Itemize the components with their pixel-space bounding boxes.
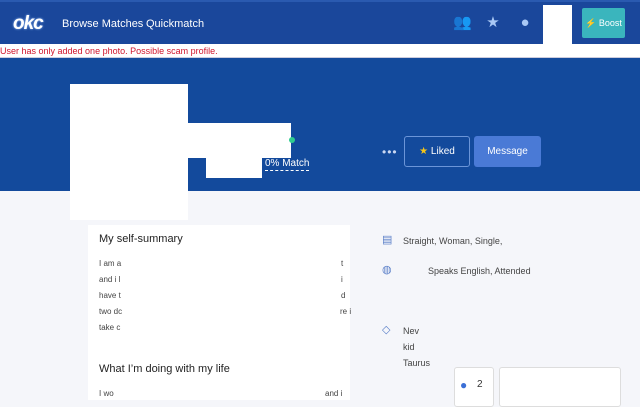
misc-details: Nev: [403, 326, 420, 336]
chat-panel[interactable]: [499, 367, 621, 407]
scam-warning: User has only added one photo. Possible …: [0, 44, 640, 58]
misc-details: Taurus: [403, 358, 431, 368]
globe-icon: ◍: [382, 264, 392, 276]
self-summary-title: My self-summary: [99, 233, 183, 245]
message-button[interactable]: Message: [474, 136, 541, 167]
nav-quickmatch[interactable]: Quickmatch: [146, 18, 204, 30]
bolt-icon: ⚡: [585, 18, 597, 28]
chat-bubble-icon: ●: [460, 378, 468, 392]
essay-fragment: two dc: [99, 307, 123, 316]
online-indicator: [289, 137, 295, 143]
clipboard-icon: ▤: [382, 234, 393, 246]
redacted-name: [188, 123, 291, 158]
liked-label: Liked: [430, 146, 455, 157]
star-icon[interactable]: ★: [484, 14, 502, 32]
more-options-button[interactable]: •••: [382, 145, 398, 159]
people-icon[interactable]: 👥: [453, 14, 472, 32]
essay-fragment: i: [341, 275, 343, 284]
chat-count: 2: [477, 379, 483, 390]
essay-fragment: I wo: [99, 389, 114, 398]
boost-button[interactable]: ⚡ Boost: [582, 8, 625, 38]
basics-details: Straight, Woman, Single,: [403, 236, 503, 246]
essay-fragment: take c: [99, 323, 121, 332]
essay-fragment: re i: [340, 307, 352, 316]
redacted-info: [206, 158, 262, 178]
chat-icon[interactable]: ●: [516, 14, 534, 32]
essay-fragment: have t: [99, 291, 121, 300]
essay-fragment: and i: [325, 389, 343, 398]
misc-details: kid: [403, 342, 415, 352]
tag-icon: ◇: [382, 324, 391, 336]
okc-logo[interactable]: okc: [13, 13, 44, 35]
essay-fragment: and i l: [99, 275, 121, 284]
match-percentage[interactable]: 0% Match: [265, 158, 310, 171]
background-details: Speaks English, Attended: [428, 266, 531, 276]
profile-photo[interactable]: [70, 84, 188, 220]
life-title: What I’m doing with my life: [99, 363, 230, 375]
avatar[interactable]: [543, 5, 572, 44]
nav-browse-matches[interactable]: Browse Matches: [62, 18, 143, 30]
boost-label: Boost: [598, 18, 622, 28]
star-icon: ★: [419, 146, 429, 157]
chat-count-button[interactable]: ● 2: [454, 367, 494, 407]
essay-fragment: d: [341, 291, 346, 300]
essay-fragment: I am a: [99, 259, 122, 268]
liked-button[interactable]: ★ Liked: [404, 136, 470, 167]
essay-fragment: t: [341, 259, 344, 268]
top-nav: okc Browse Matches Quickmatch 👥 ★ ● ⚡ Bo…: [0, 0, 640, 44]
